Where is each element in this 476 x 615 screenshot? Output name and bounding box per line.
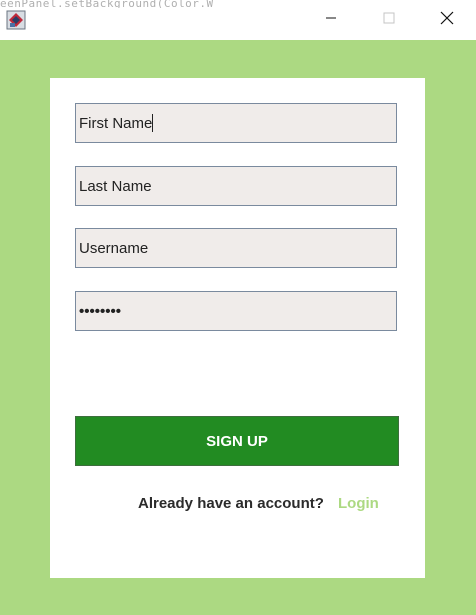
minimize-button[interactable] bbox=[302, 0, 360, 40]
signup-window: eenPanel.setBackground(Color.W First Nam… bbox=[0, 0, 476, 615]
signup-button[interactable]: SIGN UP bbox=[75, 416, 399, 466]
maximize-button[interactable] bbox=[360, 0, 418, 40]
green-background: First Name Last Name Username •••••••• S… bbox=[0, 40, 476, 615]
password-value: •••••••• bbox=[79, 302, 122, 320]
text-caret bbox=[152, 114, 154, 132]
java-app-icon[interactable] bbox=[6, 10, 26, 30]
close-button[interactable] bbox=[418, 0, 476, 40]
maximize-icon bbox=[383, 11, 395, 29]
minimize-icon bbox=[325, 11, 337, 29]
title-bar[interactable]: eenPanel.setBackground(Color.W bbox=[0, 0, 476, 40]
username-field[interactable]: Username bbox=[75, 228, 397, 268]
password-field[interactable]: •••••••• bbox=[75, 291, 397, 331]
close-icon bbox=[440, 11, 454, 30]
background-code-text: eenPanel.setBackground(Color.W bbox=[0, 0, 214, 8]
username-value: Username bbox=[79, 239, 149, 257]
first-name-value: First Name bbox=[79, 114, 153, 132]
login-link[interactable]: Login bbox=[338, 495, 379, 512]
signup-panel: First Name Last Name Username •••••••• S… bbox=[50, 78, 425, 578]
last-name-value: Last Name bbox=[79, 177, 152, 195]
first-name-field[interactable]: First Name bbox=[75, 103, 397, 143]
account-prompt: Already have an account? bbox=[138, 495, 324, 512]
signup-button-label: SIGN UP bbox=[206, 432, 268, 450]
last-name-field[interactable]: Last Name bbox=[75, 166, 397, 206]
